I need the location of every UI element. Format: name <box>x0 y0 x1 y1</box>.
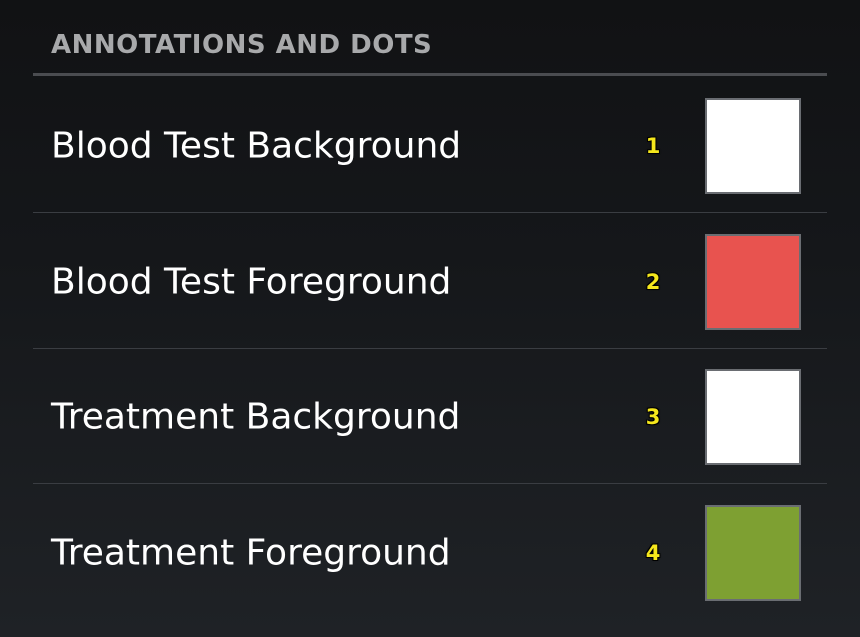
header-divider <box>33 73 827 76</box>
row-label: Treatment Foreground <box>51 532 451 573</box>
color-swatch[interactable] <box>705 368 801 465</box>
row-label: Blood Test Background <box>51 125 462 166</box>
pref-row-blood-test-foreground[interactable]: Blood Test Foreground 2 <box>33 214 827 349</box>
row-label: Blood Test Foreground <box>51 261 452 302</box>
annotation-marker: 2 <box>645 269 661 294</box>
color-swatch[interactable] <box>705 504 801 601</box>
row-label: Treatment Background <box>51 396 461 437</box>
annotation-marker: 3 <box>645 404 661 429</box>
color-swatch[interactable] <box>705 97 801 194</box>
pref-row-treatment-background[interactable]: Treatment Background 3 <box>33 349 827 484</box>
annotation-marker: 1 <box>645 133 661 158</box>
section-title: ANNOTATIONS AND DOTS <box>51 30 433 60</box>
row-divider <box>33 483 827 484</box>
pref-row-treatment-foreground[interactable]: Treatment Foreground 4 <box>33 485 827 620</box>
pref-row-blood-test-background[interactable]: Blood Test Background 1 <box>33 78 827 213</box>
section-header: ANNOTATIONS AND DOTS <box>33 0 827 76</box>
row-divider <box>33 212 827 213</box>
color-swatch[interactable] <box>705 233 801 330</box>
annotation-marker: 4 <box>645 540 661 565</box>
